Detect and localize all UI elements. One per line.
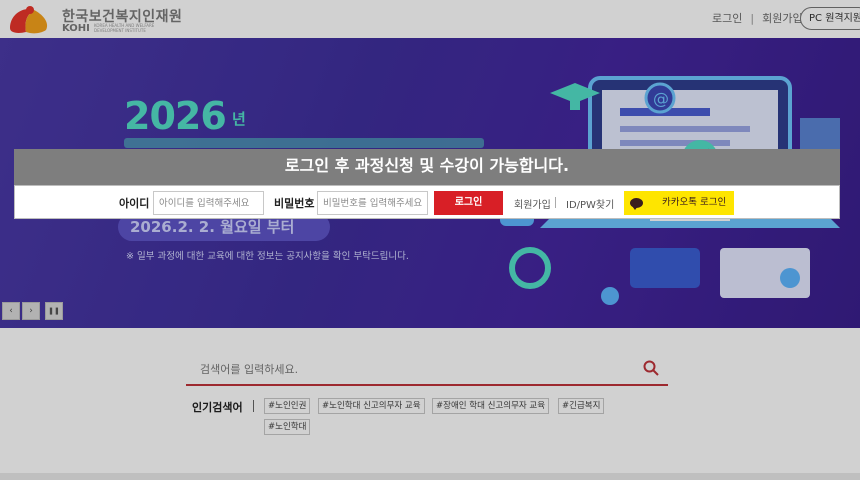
logo-english-name: KOHI — [62, 23, 90, 34]
login-form: 아이디 비밀번호 로그인 회원가입 ID/PW찾기 카카오톡 로그인 — [14, 185, 840, 219]
site-logo[interactable]: 한국보건복지인재원 KOHI KOREA HEALTH AND WELFARE … — [6, 2, 186, 36]
banner-pause-button[interactable]: ❚❚ — [45, 302, 63, 320]
popular-keywords-label: 인기검색어 — [192, 401, 243, 414]
password-label: 비밀번호 — [274, 197, 315, 210]
signup-link[interactable]: 회원가입 — [514, 196, 551, 211]
search-box — [186, 352, 668, 386]
popular-tag[interactable]: #노인학대 — [264, 419, 311, 435]
kakao-login-button[interactable]: 카카오톡 로그인 — [624, 191, 734, 215]
login-required-message: 로그인 후 과정신청 및 수강이 가능합니다. — [14, 149, 840, 185]
id-input[interactable] — [153, 191, 264, 215]
password-input[interactable] — [317, 191, 428, 215]
kakao-login-label: 카카오톡 로그인 — [662, 197, 727, 208]
popular-separator — [253, 400, 254, 412]
login-modal: 로그인 후 과정신청 및 수강이 가능합니다. 아이디 비밀번호 로그인 회원가… — [14, 149, 840, 219]
logo-mark-icon — [10, 6, 48, 34]
banner-note: ※ 일부 과정에 대한 교육에 대한 정보는 공지사항을 확인 부탁드립니다. — [126, 251, 409, 262]
id-label: 아이디 — [119, 197, 150, 210]
banner-title-fragment — [124, 138, 484, 148]
popular-tag[interactable]: #긴급복지 — [558, 398, 605, 414]
logo-subtitle: KOREA HEALTH AND WELFARE DEVELOPMENT INS… — [94, 23, 155, 33]
banner-next-button[interactable]: › — [22, 302, 40, 320]
popular-tag[interactable]: #노인학대 신고의무자 교육 — [318, 398, 425, 414]
header-login-link[interactable]: 로그인 — [712, 10, 742, 26]
header-links: 로그인 | 회원가입 — [712, 10, 803, 26]
popular-tag[interactable]: #노인인권 — [264, 398, 311, 414]
kakao-talk-icon — [630, 198, 643, 210]
site-header: 한국보건복지인재원 KOHI KOREA HEALTH AND WELFARE … — [0, 0, 860, 38]
header-signup-link[interactable]: 회원가입 — [762, 10, 802, 26]
svg-text:@: @ — [653, 89, 669, 108]
section-divider — [0, 473, 860, 480]
search-section: 인기검색어 #노인인권 #노인학대 신고의무자 교육 #장애인 학대 신고의무자… — [0, 328, 860, 480]
search-input[interactable] — [186, 358, 626, 380]
header-separator: | — [750, 11, 755, 25]
banner-year-suffix: 년 — [232, 110, 246, 128]
find-id-pw-link[interactable]: ID/PW찾기 — [566, 196, 614, 211]
login-button[interactable]: 로그인 — [434, 191, 503, 215]
banner-date: 2026.2. 2. 월요일 부터 — [130, 218, 295, 236]
pc-remote-support-button[interactable]: PC 원격지원 — [800, 7, 860, 30]
banner-prev-button[interactable]: ‹ — [2, 302, 20, 320]
search-icon[interactable] — [642, 359, 660, 377]
popular-tag[interactable]: #장애인 학대 신고의무자 교육 — [432, 398, 550, 414]
link-separator — [555, 197, 556, 208]
banner-year: 2026 — [124, 94, 227, 138]
